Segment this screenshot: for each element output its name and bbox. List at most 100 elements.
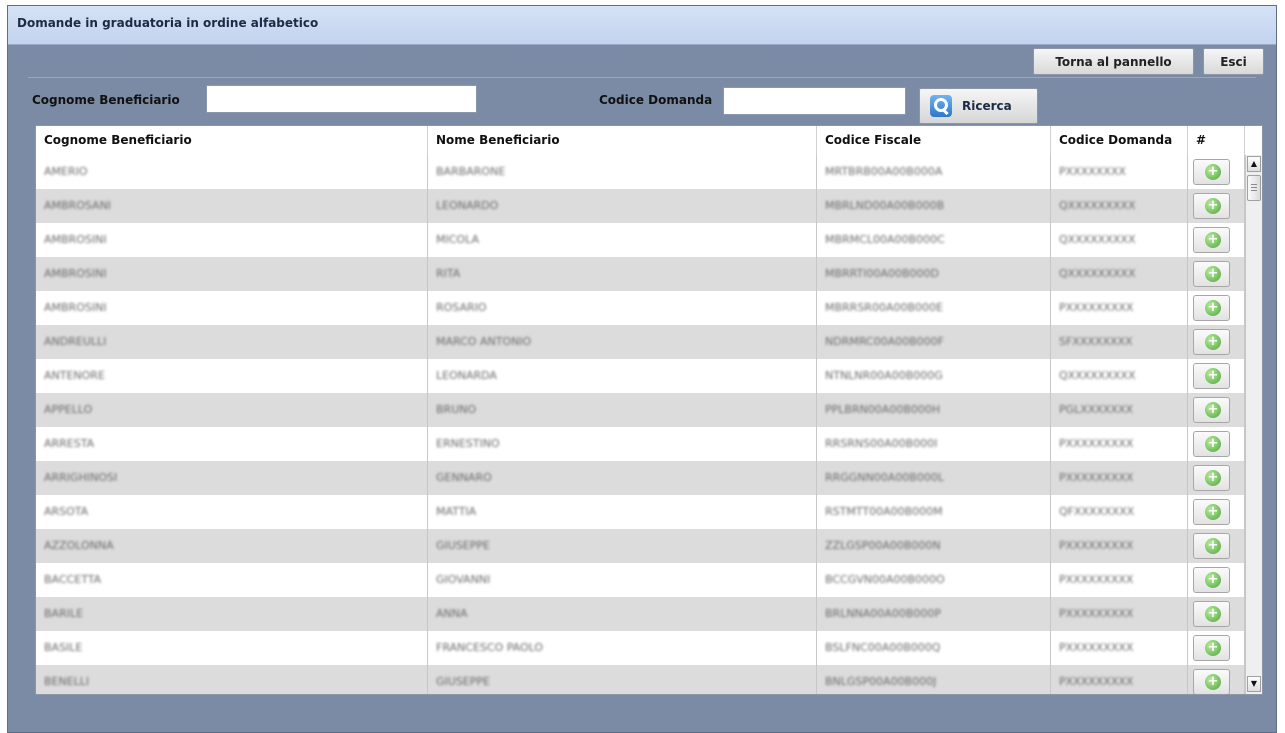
table-row[interactable]: ANDREULLI MARCO ANTONIO NDRMRC00A00B000F SF… xyxy=(36,325,1245,359)
add-row-button[interactable]: + xyxy=(1193,635,1230,661)
cell-text: MBRMCL00A00B000C xyxy=(825,233,945,246)
scroll-up-icon[interactable]: ▲ xyxy=(1247,156,1261,172)
surname-filter-label: Cognome Beneficiario xyxy=(32,93,180,107)
scroll-thumb[interactable] xyxy=(1247,175,1261,201)
cell-text: NTNLNR00A00B000G xyxy=(825,369,943,382)
add-row-button[interactable]: + xyxy=(1193,261,1230,287)
cell-name: FRANCESCO PAOLO xyxy=(428,631,817,665)
plus-circle-icon: + xyxy=(1205,606,1221,622)
add-row-button[interactable]: + xyxy=(1193,295,1230,321)
cell-text: QFXXXXXXXX xyxy=(1059,505,1135,518)
table-row[interactable]: AMERIO BARBARONE MRTBRB00A00B000A PXXXXXXXX… xyxy=(36,155,1245,189)
plus-circle-icon: + xyxy=(1205,198,1221,214)
exit-button[interactable]: Esci xyxy=(1203,48,1264,75)
table-scrollbar[interactable]: ▲ ▼ xyxy=(1245,155,1262,694)
cell-surname: AMBROSANI xyxy=(36,189,428,223)
cell-fiscal-code: ZZLGSP00A00B000N xyxy=(817,529,1051,563)
table-row[interactable]: APPELLO BRUNO PPLBRN00A00B000H PGLXXXXXXX + xyxy=(36,393,1245,427)
add-row-button[interactable]: + xyxy=(1193,669,1230,694)
table-row[interactable]: AMBROSINI ROSARIO MBRRSR00A00B000E PXXXXXXX… xyxy=(36,291,1245,325)
cell-surname: APPELLO xyxy=(36,393,428,427)
surname-filter-input[interactable] xyxy=(206,85,477,113)
cell-text: PXXXXXXXXX xyxy=(1059,437,1134,450)
cell-surname: AMERIO xyxy=(36,155,428,189)
column-header-surname[interactable]: Cognome Beneficiario xyxy=(36,126,428,155)
cell-text: APPELLO xyxy=(44,403,93,416)
plus-circle-icon: + xyxy=(1205,572,1221,588)
main-window: Domande in graduatoria in ordine alfabet… xyxy=(7,5,1277,733)
table-row[interactable]: AMBROSANI LEONARDO MBRLND00A00B000B QXXXXXX… xyxy=(36,189,1245,223)
table-row[interactable]: ANTENORE LEONARDA NTNLNR00A00B000G QXXXXXXX… xyxy=(36,359,1245,393)
table-row[interactable]: BASILE FRANCESCO PAOLO BSLFNC00A00B000Q PXX… xyxy=(36,631,1245,665)
add-row-button[interactable]: + xyxy=(1193,329,1230,355)
add-row-button[interactable]: + xyxy=(1193,465,1230,491)
add-row-button[interactable]: + xyxy=(1193,431,1230,457)
column-header-name[interactable]: Nome Beneficiario xyxy=(428,126,817,155)
toolbar-divider xyxy=(28,77,1256,78)
cell-text: GIUSEPPE xyxy=(436,675,490,688)
plus-circle-icon: + xyxy=(1205,470,1221,486)
table-row[interactable]: BACCETTA GIOVANNI BCCGVN00A00B000O PXXXXXXX… xyxy=(36,563,1245,597)
table-row[interactable]: AMBROSINI RITA MBRRTI00A00B000D QXXXXXXXXX + xyxy=(36,257,1245,291)
cell-text: ANNA xyxy=(436,607,468,620)
cell-fiscal-code: RSTMTT00A00B000M xyxy=(817,495,1051,529)
cell-name: GENNARO xyxy=(428,461,817,495)
column-header-fiscal-code[interactable]: Codice Fiscale xyxy=(817,126,1051,155)
cell-text: ERNESTINO xyxy=(436,437,500,450)
table-row[interactable]: BENELLI GIUSEPPE BNLGSP00A00B000J PXXXXXXXX… xyxy=(36,665,1245,694)
scroll-down-icon[interactable]: ▼ xyxy=(1247,676,1261,692)
cell-text: RSTMTT00A00B000M xyxy=(825,505,943,518)
cell-application-code: QXXXXXXXXX xyxy=(1051,223,1188,257)
cell-surname: AZZOLONNA xyxy=(36,529,428,563)
cell-text: ZZLGSP00A00B000N xyxy=(825,539,941,552)
table-row[interactable]: AZZOLONNA GIUSEPPE ZZLGSP00A00B000N PXXXXXX… xyxy=(36,529,1245,563)
cell-surname: AMBROSINI xyxy=(36,291,428,325)
cell-surname: BARILE xyxy=(36,597,428,631)
search-button-label: Ricerca xyxy=(962,99,1012,113)
back-to-panel-button[interactable]: Torna al pannello xyxy=(1033,48,1194,75)
cell-fiscal-code: MBRRTI00A00B000D xyxy=(817,257,1051,291)
cell-text: MICOLA xyxy=(436,233,479,246)
cell-text: BCCGVN00A00B000O xyxy=(825,573,945,586)
add-row-button[interactable]: + xyxy=(1193,567,1230,593)
cell-text: PXXXXXXXXX xyxy=(1059,573,1134,586)
code-filter-input[interactable] xyxy=(723,87,906,115)
add-row-button[interactable]: + xyxy=(1193,227,1230,253)
cell-text: PXXXXXXXXX xyxy=(1059,471,1134,484)
plus-circle-icon: + xyxy=(1205,538,1221,554)
table-header: Cognome Beneficiario Nome Beneficiario C… xyxy=(36,126,1245,156)
cell-name: GIUSEPPE xyxy=(428,529,817,563)
cell-text: GENNARO xyxy=(436,471,492,484)
table-row[interactable]: ARRIGHINOSI GENNARO RRGGNN00A00B000L PXXXXX… xyxy=(36,461,1245,495)
add-row-button[interactable]: + xyxy=(1193,499,1230,525)
cell-text: PXXXXXXXX xyxy=(1059,165,1126,178)
cell-application-code: PXXXXXXXXX xyxy=(1051,461,1188,495)
cell-text: QXXXXXXXXX xyxy=(1059,267,1136,280)
cell-application-code: QXXXXXXXXX xyxy=(1051,189,1188,223)
cell-surname: ARSOTA xyxy=(36,495,428,529)
cell-application-code: SFXXXXXXXX xyxy=(1051,325,1188,359)
table-row[interactable]: BARILE ANNA BRLNNA00A00B000P PXXXXXXXXX + xyxy=(36,597,1245,631)
table-row[interactable]: AMBROSINI MICOLA MBRMCL00A00B000C QXXXXXXXX… xyxy=(36,223,1245,257)
table-row[interactable]: ARSOTA MATTIA RSTMTT00A00B000M QFXXXXXXXX + xyxy=(36,495,1245,529)
cell-name: MATTIA xyxy=(428,495,817,529)
cell-text: BARILE xyxy=(44,607,84,620)
cell-application-code: PXXXXXXXXX xyxy=(1051,631,1188,665)
search-button[interactable]: Ricerca xyxy=(919,88,1038,124)
cell-name: ROSARIO xyxy=(428,291,817,325)
add-row-button[interactable]: + xyxy=(1193,193,1230,219)
add-row-button[interactable]: + xyxy=(1193,159,1230,185)
cell-name: RITA xyxy=(428,257,817,291)
cell-text: AZZOLONNA xyxy=(44,539,114,552)
cell-text: BRUNO xyxy=(436,403,477,416)
cell-text: MATTIA xyxy=(436,505,477,518)
add-row-button[interactable]: + xyxy=(1193,363,1230,389)
cell-text: PXXXXXXXXX xyxy=(1059,641,1134,654)
add-row-button[interactable]: + xyxy=(1193,533,1230,559)
cell-name: ANNA xyxy=(428,597,817,631)
cell-application-code: QXXXXXXXXX xyxy=(1051,257,1188,291)
add-row-button[interactable]: + xyxy=(1193,397,1230,423)
table-row[interactable]: ARRESTA ERNESTINO RRSRNS00A00B000I PXXXXXXX… xyxy=(36,427,1245,461)
add-row-button[interactable]: + xyxy=(1193,601,1230,627)
column-header-application-code[interactable]: Codice Domanda xyxy=(1051,126,1188,155)
